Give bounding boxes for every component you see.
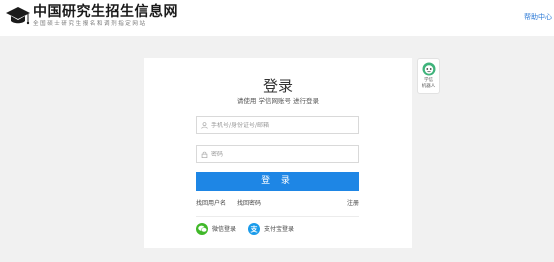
help-center-link[interactable]: 帮助中心 [524, 12, 552, 22]
site-header: 中国研究生招生信息网 全国硕士研究生报名和调剂指定网站 帮助中心 [0, 0, 554, 36]
find-username-link[interactable]: 找回用户名 [196, 199, 226, 208]
login-button[interactable]: 登 录 [196, 172, 359, 191]
wechat-icon [196, 222, 208, 235]
site-logo[interactable]: 中国研究生招生信息网 全国硕士研究生报名和调剂指定网站 [6, 4, 178, 30]
username-input[interactable] [211, 121, 351, 129]
graduation-cap-icon [6, 7, 30, 25]
password-input[interactable] [211, 150, 351, 158]
find-password-link[interactable]: 找回密码 [237, 199, 261, 208]
account-links: 找回用户名 找回密码 注册 [196, 199, 359, 208]
password-field[interactable] [196, 145, 359, 163]
robot-icon [422, 62, 436, 76]
alipay-login-button[interactable]: 支 支付宝登录 [248, 222, 294, 235]
username-field[interactable] [196, 116, 359, 134]
logo-subtitle: 全国硕士研究生报名和调剂指定网站 [33, 21, 147, 27]
wechat-login-button[interactable]: 微信登录 [196, 222, 236, 235]
login-title: 登录 [262, 77, 293, 95]
user-icon [201, 121, 208, 129]
lock-icon [201, 151, 208, 158]
alipay-icon: 支 [248, 222, 260, 235]
wechat-login-label: 微信登录 [212, 226, 237, 233]
alipay-login-label: 支付宝登录 [264, 226, 295, 233]
login-card: 登录 请使用 学信网账号 进行登录 登 录 找回用户名 找回密码 注册 微信登录 [144, 58, 412, 248]
register-link[interactable]: 注册 [347, 199, 359, 208]
xuexin-robot-widget[interactable]: 学信 机器人 [417, 58, 440, 94]
login-subtitle: 请使用 学信网账号 进行登录 [236, 97, 320, 105]
robot-label-line2: 机器人 [421, 84, 436, 89]
divider [196, 216, 359, 217]
svg-text:支: 支 [250, 225, 258, 233]
logo-title: 中国研究生招生信息网 [33, 4, 178, 20]
